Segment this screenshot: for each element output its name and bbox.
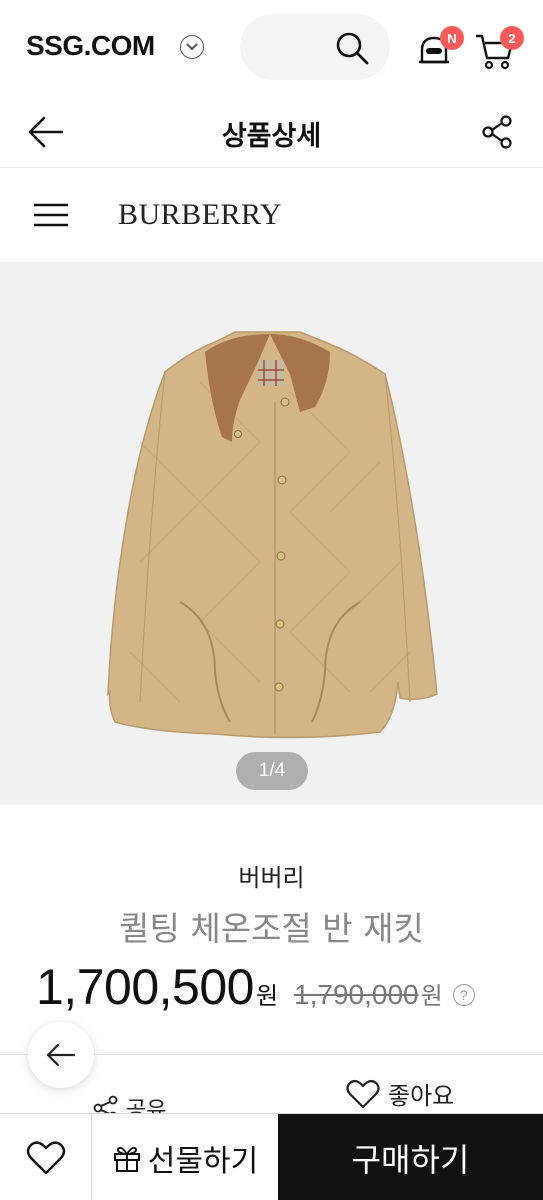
bottom-action-bar: 선물하기 구매하기: [0, 1113, 543, 1200]
notification-badge: N: [440, 26, 464, 50]
product-photo: [107, 331, 438, 739]
product-name: 퀼팅 체온조절 반 재킷: [119, 909, 424, 948]
cart-count-badge: 2: [500, 26, 524, 50]
site-logo[interactable]: SSG.COM: [26, 30, 155, 62]
page-title: 상품상세: [221, 121, 322, 152]
original-price-unit: 원: [420, 982, 443, 1010]
buy-button[interactable]: 구매하기: [278, 1114, 543, 1200]
buy-label: 구매하기: [351, 1140, 470, 1179]
wishlist-button[interactable]: [0, 1114, 92, 1200]
gift-icon: [113, 1146, 140, 1172]
heart-icon: [346, 1079, 380, 1108]
back-arrow-icon: [46, 1043, 76, 1067]
image-pager: 1/4: [236, 752, 308, 790]
chevron-down-icon[interactable]: [180, 35, 204, 59]
product-image-gallery[interactable]: [0, 262, 543, 805]
gift-button[interactable]: 선물하기: [92, 1114, 278, 1200]
gift-label: 선물하기: [147, 1143, 259, 1179]
hamburger-menu-icon[interactable]: [32, 200, 70, 230]
original-price: 1,790,000: [294, 979, 419, 1010]
floating-back-button[interactable]: [28, 1022, 94, 1088]
top-bar: SSG.COM N 2: [0, 0, 543, 96]
share-icon[interactable]: [480, 112, 516, 152]
page-header: 상품상세: [0, 96, 543, 168]
brand-bar: BURBERRY: [0, 168, 543, 262]
search-icon[interactable]: [334, 30, 370, 66]
help-icon[interactable]: ?: [452, 984, 475, 1006]
like-label: 좋아요: [388, 1082, 455, 1110]
like-action[interactable]: 좋아요: [346, 1076, 454, 1111]
product-brand[interactable]: 버버리: [0, 858, 543, 893]
sale-price: 1,700,500: [36, 959, 254, 1015]
price-row: 1,700,500 원 1,790,000 원 ?: [36, 958, 475, 1018]
heart-icon: [26, 1140, 65, 1174]
brand-logo[interactable]: BURBERRY: [118, 198, 282, 232]
sale-price-unit: 원: [255, 982, 279, 1010]
